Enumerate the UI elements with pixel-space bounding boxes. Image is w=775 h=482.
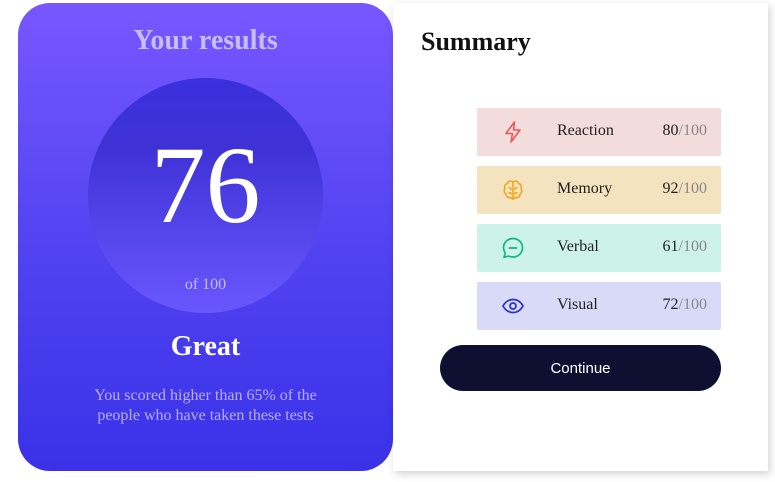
- summary-item-score: 80/100: [662, 122, 707, 139]
- summary-item-memory: Memory 92/100: [477, 166, 721, 214]
- summary-item-label: Memory: [557, 180, 613, 197]
- chat-icon: [501, 236, 525, 260]
- summary-item-label: Visual: [557, 296, 598, 313]
- summary-item-score: 61/100: [662, 238, 707, 255]
- results-title: Your results: [133, 25, 278, 56]
- summary-item-reaction: Reaction 80/100: [477, 108, 721, 156]
- summary-item-visual: Visual 72/100: [477, 282, 721, 330]
- summary-title: Summary: [421, 27, 531, 56]
- summary-item-label: Verbal: [557, 238, 599, 255]
- score-circle: 76 of 100: [88, 78, 323, 313]
- summary-panel: Summary Reaction 80/100 Memory 92/100 Ve…: [393, 3, 768, 471]
- summary-item-verbal: Verbal 61/100: [477, 224, 721, 272]
- score-value: 76: [150, 124, 261, 246]
- brain-icon: [501, 178, 525, 202]
- summary-item-label: Reaction: [557, 122, 614, 139]
- results-page: Your results 76 of 100 Great You scored …: [0, 0, 775, 482]
- summary-item-score: 92/100: [662, 180, 707, 197]
- summary-list: Reaction 80/100 Memory 92/100 Verbal 61/…: [477, 108, 721, 340]
- rating-label: Great: [170, 331, 241, 362]
- results-description: You scored higher than 65% of the people…: [94, 387, 317, 424]
- continue-button[interactable]: Continue: [440, 345, 721, 391]
- score-max: of 100: [184, 276, 227, 293]
- lightning-icon: [501, 120, 525, 144]
- summary-item-score: 72/100: [662, 296, 707, 313]
- results-card: Your results 76 of 100 Great You scored …: [18, 3, 393, 471]
- eye-icon: [501, 294, 525, 318]
